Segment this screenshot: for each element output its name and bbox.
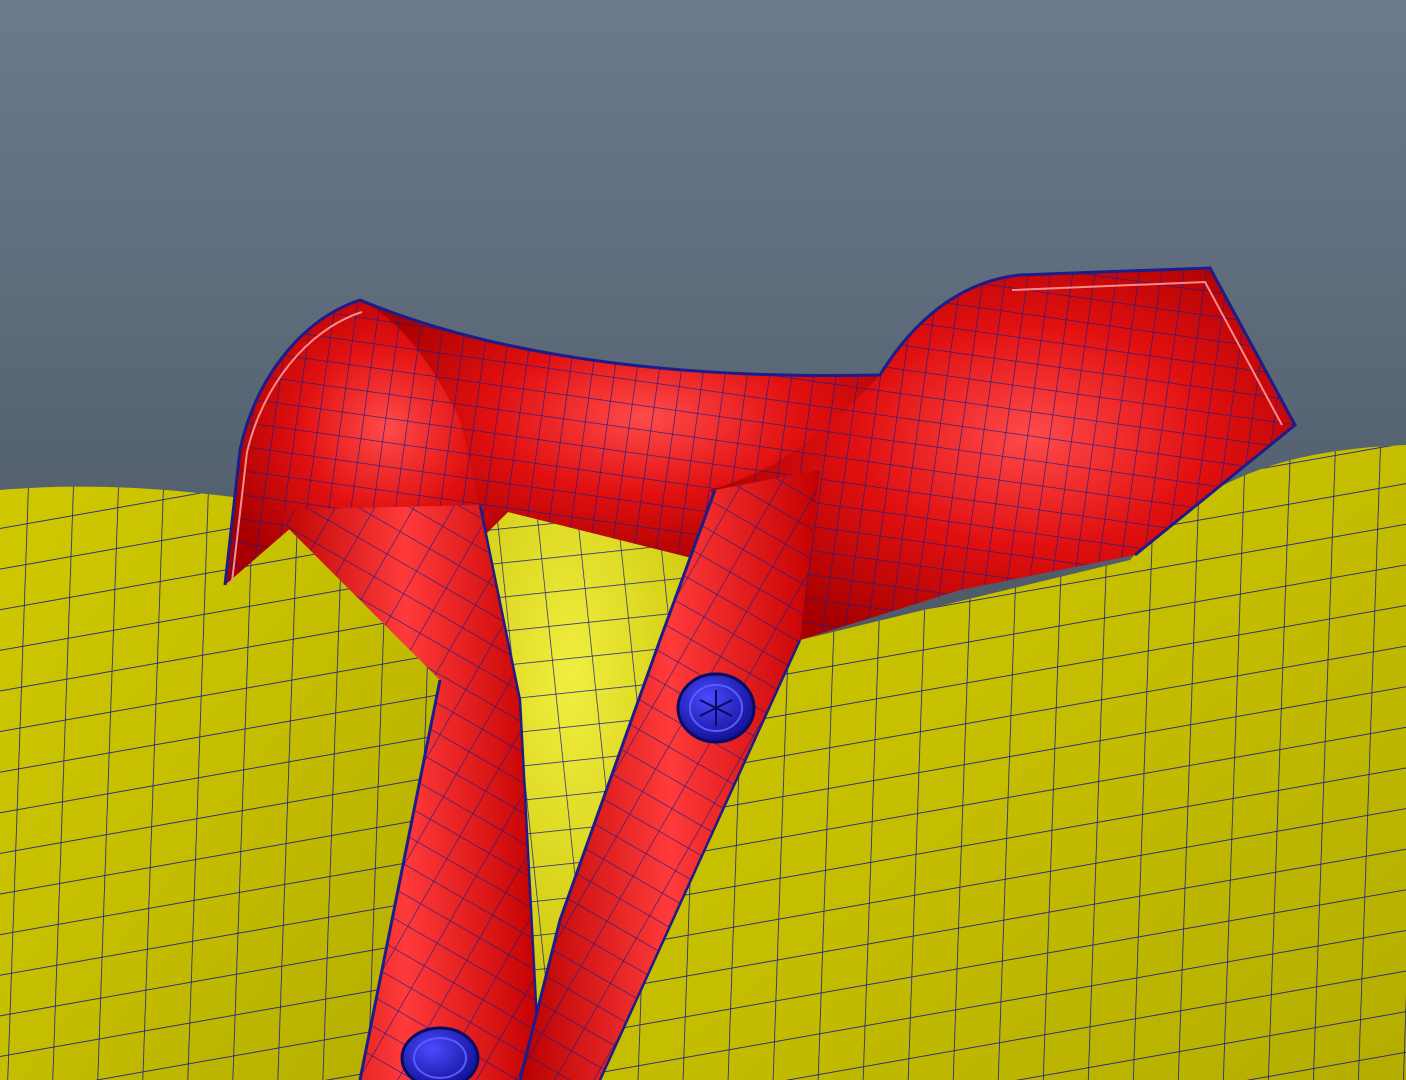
button-lower[interactable] — [400, 1026, 480, 1080]
3d-viewport[interactable] — [0, 0, 1406, 1080]
button-upper[interactable] — [676, 672, 756, 744]
viewport-canvas[interactable] — [0, 0, 1406, 1080]
